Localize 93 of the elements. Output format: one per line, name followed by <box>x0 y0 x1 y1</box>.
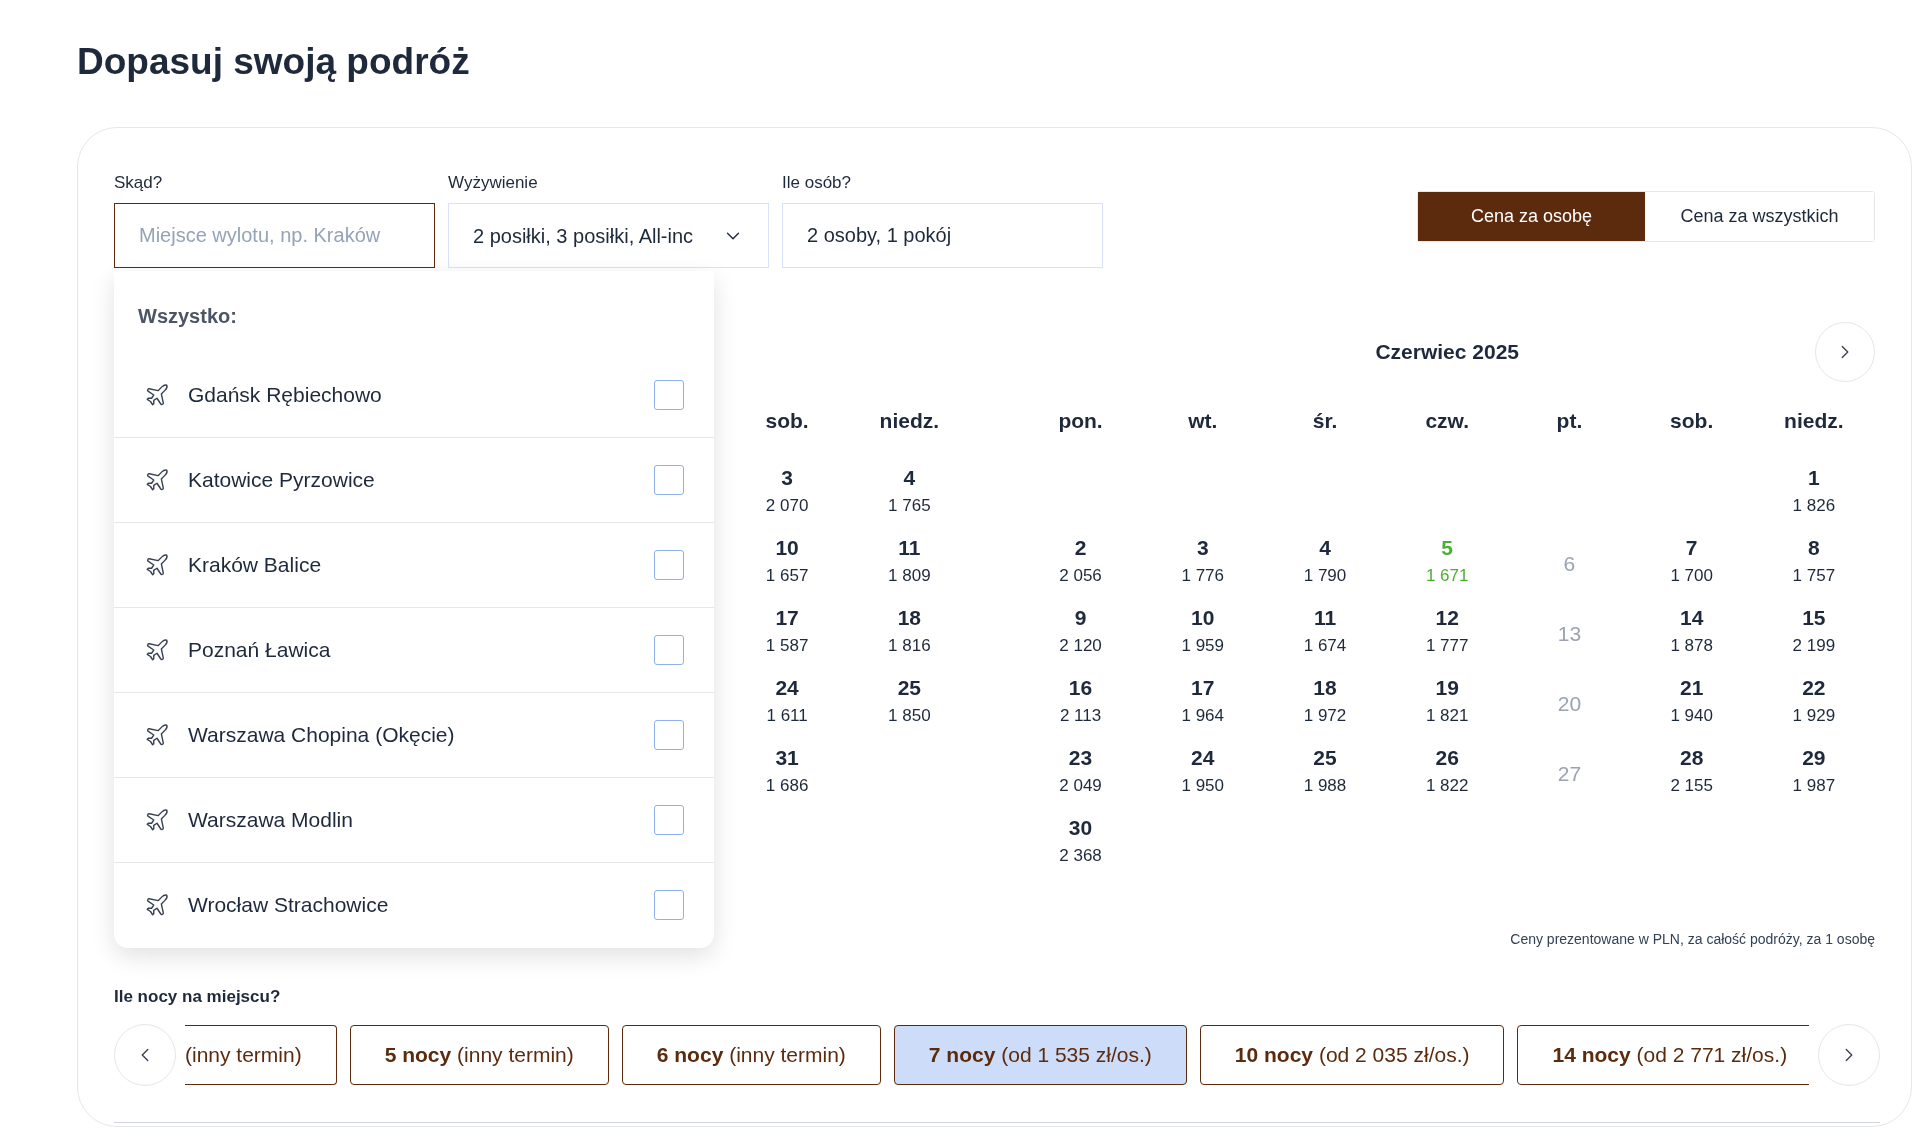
checkbox[interactable] <box>654 549 684 580</box>
calendar-day[interactable]: 17 1 587 <box>726 599 849 669</box>
calendar-day[interactable]: 17 1 964 <box>1141 669 1264 739</box>
calendar-day[interactable]: 16 2 113 <box>1019 669 1142 739</box>
calendar-day[interactable]: 25 1 850 <box>848 669 971 739</box>
calendar-day: 27 <box>1557 758 1582 790</box>
plane-icon <box>144 892 170 918</box>
weekday-header: czw. <box>1424 408 1470 434</box>
airport-name: Warszawa Chopina (Okęcie) <box>188 721 456 748</box>
calendar-day: 6 <box>1563 548 1576 580</box>
calendar-day[interactable]: 22 1 929 <box>1752 669 1875 739</box>
nights-option[interactable]: 14 nocy (od 2 771 zł/os.) <box>1517 1024 1809 1085</box>
calendar-day[interactable]: 23 2 049 <box>1019 739 1142 809</box>
airport-option[interactable]: Warszawa Chopina (Okęcie) <box>114 692 714 778</box>
calendar-day[interactable]: 4 1 765 <box>848 459 971 529</box>
price-mode-tab[interactable]: Cena za osobę <box>1418 191 1645 241</box>
calendar-day[interactable]: 21 1 940 <box>1630 669 1753 739</box>
airport-name: Warszawa Modlin <box>188 806 354 833</box>
airport-option[interactable]: Kraków Balice <box>114 522 714 608</box>
calendar-day[interactable]: 3 1 776 <box>1141 529 1264 599</box>
nights-option[interactable]: 6 nocy (inny termin) <box>621 1024 881 1085</box>
calendar-day[interactable]: 11 1 674 <box>1263 599 1387 669</box>
field-label: Wyżywienie <box>448 171 539 194</box>
plane-icon <box>144 721 170 748</box>
calendar-day[interactable]: 28 2 155 <box>1630 739 1753 809</box>
input-field[interactable]: 2 osoby, 1 pokój <box>782 203 1103 268</box>
weekday-header: niedz. <box>1783 408 1845 434</box>
airport-name: Gdańsk Rębiechowo <box>188 381 383 408</box>
plane-icon <box>144 381 170 408</box>
calendar-day[interactable]: 24 1 611 <box>726 669 849 739</box>
airport-name: Kraków Balice <box>188 551 323 578</box>
weekday-header: sob. <box>764 408 810 434</box>
weekday-header: niedz. <box>878 408 941 434</box>
calendar-day[interactable]: 29 1 987 <box>1752 739 1875 809</box>
calendar-day[interactable]: 4 1 790 <box>1263 529 1387 599</box>
meal-select[interactable]: 2 posiłki, 3 posiłki, All-inc <box>448 203 769 268</box>
calendar-day[interactable]: 24 1 950 <box>1141 739 1264 809</box>
calendar-day[interactable]: 3 2 070 <box>726 459 849 529</box>
calendar-day[interactable]: 7 1 700 <box>1630 529 1753 599</box>
field-label: Skąd? <box>114 171 164 194</box>
weekday-header: pon. <box>1057 408 1104 434</box>
checkbox[interactable] <box>654 464 684 495</box>
calendar-day: 13 <box>1557 618 1582 650</box>
plane-icon <box>144 636 170 663</box>
checkbox[interactable] <box>654 890 684 920</box>
airport-option[interactable]: Poznań Ławica <box>114 607 714 693</box>
nights-option[interactable]: 7 nocy (od 1 535 zł/os.) <box>893 1024 1187 1085</box>
plane-icon <box>144 806 170 833</box>
checkbox[interactable] <box>654 634 684 665</box>
page-title: Dopasuj swoją podróż <box>77 40 471 84</box>
calendar-day[interactable]: 11 1 809 <box>848 529 971 599</box>
airport-option[interactable]: Warszawa Modlin <box>114 777 714 863</box>
calendar-day[interactable]: 31 1 686 <box>726 739 849 809</box>
checkbox[interactable] <box>654 804 684 835</box>
calendar-day[interactable]: 10 1 959 <box>1141 599 1264 669</box>
calendar-day[interactable]: 25 1 988 <box>1263 739 1387 809</box>
weekday-header: wt. <box>1187 408 1219 434</box>
weekday-header: śr. <box>1311 408 1339 434</box>
airport-option[interactable]: Wrocław Strachowice <box>114 862 714 948</box>
airport-option[interactable]: Gdańsk Rębiechowo <box>114 352 714 438</box>
plane-icon <box>144 551 170 578</box>
weekday-header: pt. <box>1555 408 1584 434</box>
calendar-day[interactable]: 15 2 199 <box>1752 599 1875 669</box>
airport-name: Wrocław Strachowice <box>188 892 390 919</box>
checkbox[interactable] <box>654 379 684 410</box>
calendar-day[interactable]: 10 1 657 <box>726 529 849 599</box>
input-field[interactable]: Miejsce wylotu, np. Kraków <box>114 203 435 268</box>
nights-label: Ile nocy na miejscu? <box>114 986 282 1008</box>
dropdown-heading: Wszystko: <box>137 303 238 329</box>
airport-option[interactable]: Katowice Pyrzowice <box>114 437 714 523</box>
field-label: Ile osób? <box>782 171 852 194</box>
calendar-day[interactable]: 18 1 816 <box>848 599 971 669</box>
price-note: Ceny prezentowane w PLN, za całość podróży, za 1 osobę <box>1510 930 1875 949</box>
airport-name: Poznań Ławica <box>188 636 332 663</box>
calendar-day[interactable]: 9 2 120 <box>1019 599 1142 669</box>
checkbox[interactable] <box>654 719 684 750</box>
calendar-day[interactable]: 30 2 368 <box>1019 809 1142 879</box>
nights-option[interactable]: 5 nocy (inny termin) <box>349 1024 609 1085</box>
plane-icon <box>144 466 170 493</box>
calendar-day[interactable]: 14 1 878 <box>1630 599 1753 669</box>
calendar-day[interactable]: 19 1 821 <box>1386 669 1509 739</box>
calendar-day[interactable]: 26 1 822 <box>1386 739 1509 809</box>
calendar-day[interactable]: 2 2 056 <box>1019 529 1142 599</box>
nights-option[interactable]: 10 nocy (od 2 035 zł/os.) <box>1199 1024 1505 1085</box>
calendar-day[interactable]: 18 1 972 <box>1263 669 1387 739</box>
weekday-header: sob. <box>1669 408 1715 434</box>
nights-option[interactable]: (inny termin) <box>185 1024 337 1085</box>
calendar-day[interactable]: 8 1 757 <box>1752 529 1875 599</box>
month-title: Czerwiec 2025 <box>1374 339 1520 366</box>
calendar-day[interactable]: 12 1 777 <box>1386 599 1509 669</box>
calendar-day: 20 <box>1557 688 1582 720</box>
calendar-day[interactable]: 1 1 826 <box>1752 459 1875 529</box>
airport-name: Katowice Pyrzowice <box>188 466 376 493</box>
